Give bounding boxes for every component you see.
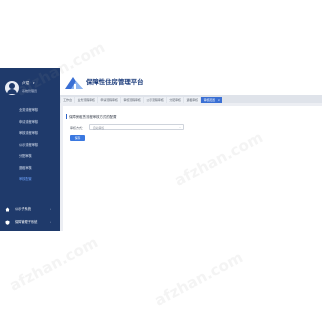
watermark: afzhan.com <box>151 248 246 310</box>
chevron-right-icon: › <box>50 207 52 211</box>
subsystem-label: 公示子系统 <box>15 207 31 211</box>
chevron-down-icon: ⌄ <box>178 125 181 129</box>
tab-allocation-review[interactable]: 分配审核 <box>167 96 184 103</box>
sidebar-menu: 业务流程审核 申请流程审核 审核流程审核 公示流程审核 分配审核 退租审核 审核… <box>0 105 60 186</box>
logo <box>65 77 83 89</box>
sidebar-item-review-config[interactable]: 审核配置 <box>0 174 60 186</box>
tab-checkout-review[interactable]: 退租审核 <box>184 96 201 103</box>
chevron-right-icon: › <box>50 220 52 224</box>
home-icon <box>5 207 10 212</box>
app-window: 卢斌 ▾ 系统管理员 业务流程审核 申请流程审核 审核流程审核 公示流程审核 分… <box>0 68 322 231</box>
subsystem-publicity[interactable]: 公示子系统 › <box>0 203 60 216</box>
tab-bar: 工作台 业务流程审核 申请流程审核 审核流程审核 公示流程审核 分配审核 退租审… <box>60 95 322 103</box>
section-title: 保障房租赁流程审核方式的配置 <box>69 115 117 119</box>
top-header: 保障性住房管理平台 <box>60 68 322 95</box>
review-mode-select[interactable]: 自动审核 ⌄ <box>89 124 184 130</box>
close-icon[interactable]: × <box>218 98 220 102</box>
review-mode-label: 审核方式： <box>70 125 86 130</box>
select-value: 自动审核 <box>93 125 105 130</box>
section-marker <box>66 114 67 119</box>
sidebar-item-business-review[interactable]: 业务流程审核 <box>0 105 60 117</box>
sidebar-item-publicity-review[interactable]: 公示流程审核 <box>0 140 60 152</box>
tab-audit-review[interactable]: 审核流程审核 <box>121 96 144 103</box>
subsystem-label: 保障管理子系统 <box>15 220 38 224</box>
tab-review-config[interactable]: 审核配置 × <box>201 96 223 103</box>
tab-workbench[interactable]: 工作台 <box>61 96 75 103</box>
sidebar-item-checkout-review[interactable]: 退租审核 <box>0 163 60 175</box>
subsystem-guarantee[interactable]: 保障管理子系统 › <box>0 216 60 229</box>
tab-publicity-review[interactable]: 公示流程审核 <box>144 96 167 103</box>
shield-icon <box>5 220 10 225</box>
subsystem-nav: 公示子系统 › 保障管理子系统 › <box>0 203 60 229</box>
save-button[interactable]: 保存 <box>70 135 85 141</box>
sidebar-item-application-review[interactable]: 申请流程审核 <box>0 117 60 129</box>
tab-label: 审核配置 <box>203 97 216 102</box>
sidebar-item-audit-review[interactable]: 审核流程审核 <box>0 128 60 140</box>
sidebar-item-allocation-review[interactable]: 分配审核 <box>0 151 60 163</box>
app-title: 保障性住房管理平台 <box>86 78 144 86</box>
tab-application-review[interactable]: 申请流程审核 <box>98 96 121 103</box>
tab-business-review[interactable]: 业务流程审核 <box>75 96 98 103</box>
watermark: afzhan.com <box>6 233 101 295</box>
